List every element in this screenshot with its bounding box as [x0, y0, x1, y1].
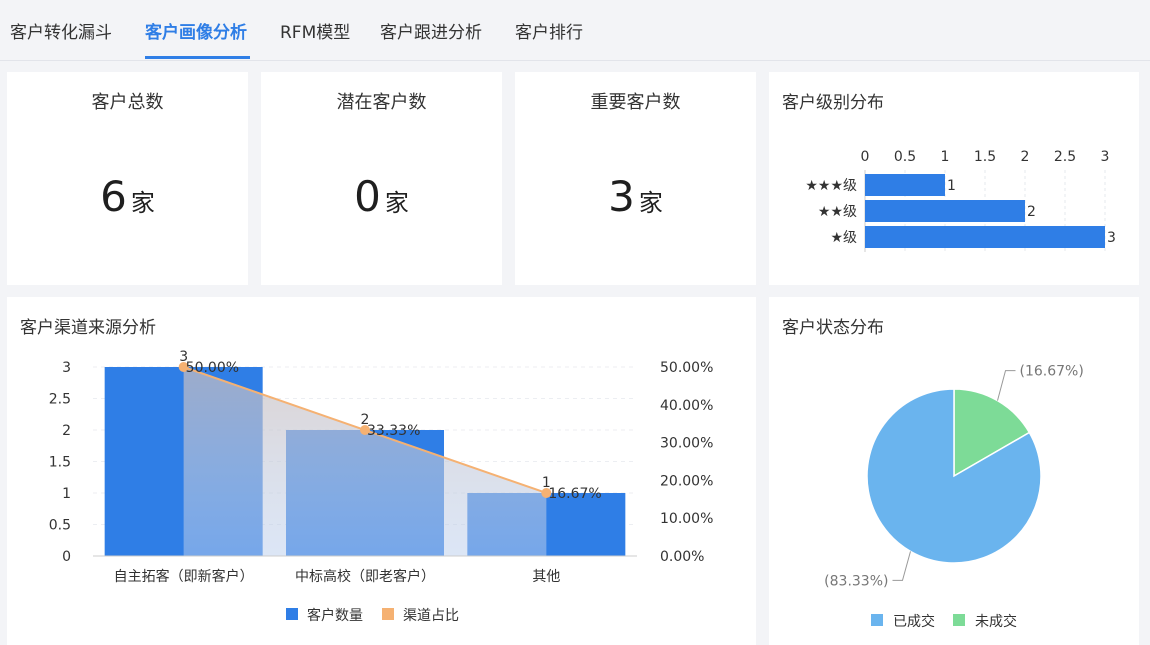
- legend-label: 客户数量: [307, 607, 363, 624]
- y-right-tick-label: 40.00%: [660, 398, 713, 414]
- line-value-label: 16.67%: [548, 486, 601, 502]
- y-left-tick-label: 2.5: [49, 392, 71, 408]
- x-category-label: 自主拓客（即新客户）: [114, 568, 254, 585]
- channel-source-chart: 00.511.522.530.00%10.00%20.00%30.00%40.0…: [49, 349, 714, 624]
- bar-2: [865, 200, 1025, 222]
- y-category-label: ★★★级: [805, 178, 857, 194]
- y-left-tick-label: 0: [62, 549, 71, 565]
- tab-customer-profile[interactable]: 客户画像分析: [145, 18, 247, 43]
- legend-label: 未成交: [975, 613, 1017, 630]
- x-tick-label: 3: [1101, 149, 1110, 165]
- stat-number: 0: [354, 172, 381, 221]
- stat-card-important-customers: 重要客户数 3家: [515, 72, 756, 285]
- legend-swatch-count: [286, 608, 298, 620]
- leader-line: [997, 370, 1016, 401]
- y-left-tick-label: 0.5: [49, 518, 71, 534]
- pie-slice-label: (83.33%): [824, 573, 888, 589]
- leader-line: [892, 551, 911, 581]
- y-right-tick-label: 50.00%: [660, 360, 713, 376]
- x-tick-label: 1.5: [974, 149, 996, 165]
- stat-card-potential-customers: 潜在客户数 0家: [261, 72, 502, 285]
- bar-1: [865, 174, 945, 196]
- y-category-label: ★★级: [818, 204, 857, 220]
- y-category-label: ★级: [830, 230, 857, 246]
- x-category-label: 其他: [532, 569, 560, 585]
- customer-level-chart: 0 0.5 1 1.5 2 2.5 3 ★★★级 1 ★★级 2 ★级 3: [805, 149, 1116, 252]
- y-right-tick-label: 30.00%: [660, 436, 713, 452]
- customer-status-chart: (16.67%) (83.33%) 已成交 未成交: [824, 364, 1084, 630]
- tab-bar: 客户转化漏斗 客户画像分析 RFM模型 客户跟进分析 客户排行: [0, 0, 1150, 61]
- legend-swatch-closed: [871, 614, 883, 626]
- legend-label: 已成交: [893, 613, 935, 630]
- bar-3: [865, 226, 1105, 248]
- y-right-tick-label: 0.00%: [660, 549, 704, 565]
- legend-swatch-open: [953, 614, 965, 626]
- stat-value: 0家: [261, 172, 502, 221]
- stat-number: 3: [608, 172, 635, 221]
- y-left-tick-label: 1: [62, 486, 71, 502]
- tab-follow-up-analysis[interactable]: 客户跟进分析: [380, 18, 482, 43]
- tab-customer-ranking[interactable]: 客户排行: [515, 18, 583, 43]
- legend-label: 渠道占比: [403, 608, 459, 624]
- x-tick-label: 0.5: [894, 149, 916, 165]
- bar-value-label: 2: [1027, 204, 1036, 220]
- stat-value: 6家: [7, 172, 248, 221]
- bar-value-label: 1: [947, 178, 956, 194]
- channel-source-card: 客户渠道来源分析 0 0.5 1 1.5 2 2.5 3 0.00% 10.00% 20.00% 3…: [7, 297, 756, 645]
- x-tick-label: 2: [1021, 149, 1030, 165]
- x-tick-label: 2.5: [1054, 149, 1076, 165]
- stat-title: 潜在客户数: [336, 92, 427, 113]
- customer-status-card: 客户状态分布 (16.67%) (83.33%) 已成交 未成交: [769, 297, 1139, 645]
- bar-value-label: 3: [1107, 230, 1116, 246]
- tab-conversion-funnel[interactable]: 客户转化漏斗: [10, 18, 112, 43]
- line-value-label: 33.33%: [367, 423, 420, 439]
- stat-title: 客户总数: [91, 92, 164, 113]
- x-tick-label: 0: [861, 149, 870, 165]
- line-area-overlay: [183, 367, 547, 556]
- x-tick-label: 1: [941, 149, 950, 165]
- stat-title: 重要客户数: [590, 92, 681, 113]
- y-left-tick-label: 2: [62, 423, 71, 439]
- stat-unit: 家: [638, 189, 663, 217]
- legend-swatch-ratio: [382, 608, 394, 620]
- y-left-tick-label: 1.5: [49, 455, 71, 471]
- active-tab-indicator: [145, 56, 250, 59]
- y-right-tick-label: 10.00%: [660, 511, 713, 527]
- stat-unit: 家: [130, 189, 155, 217]
- tab-rfm-model[interactable]: RFM模型: [280, 18, 350, 43]
- stat-card-total-customers: 客户总数 6家: [7, 72, 248, 285]
- stat-unit: 家: [384, 189, 409, 217]
- customer-level-card: 客户级别分布 0 0.5 1 1.5 2 2.5 3 ★★★级 1 ★★级 2 ★级 3: [769, 72, 1139, 285]
- stat-value: 3家: [515, 172, 756, 221]
- x-category-label: 中标高校（即老客户）: [295, 568, 435, 585]
- line-value-label: 50.00%: [186, 360, 239, 376]
- stat-number: 6: [100, 172, 127, 221]
- pie-slice-label: (16.67%): [1020, 364, 1084, 380]
- y-left-tick-label: 3: [62, 360, 71, 376]
- y-right-tick-label: 20.00%: [660, 473, 713, 489]
